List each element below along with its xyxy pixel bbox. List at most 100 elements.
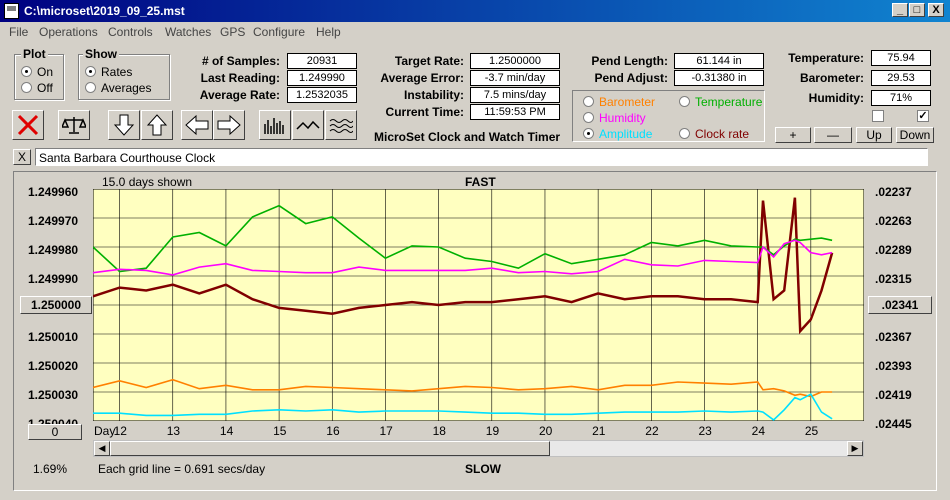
slow-label: SLOW <box>465 462 501 476</box>
avg-rate-field: 1.2532035 <box>287 87 357 103</box>
show-rates-radio[interactable]: Rates <box>85 65 132 79</box>
up-arrow-button[interactable] <box>141 110 173 140</box>
left-axis-tick: 1.249960 <box>28 185 79 199</box>
wave-view-button[interactable] <box>292 110 324 140</box>
down-button[interactable]: Down <box>896 127 934 143</box>
clock-rate-radio[interactable]: Clock rate <box>679 127 749 141</box>
minus-button[interactable]: — <box>814 127 852 143</box>
humidity-field: 71% <box>871 90 931 106</box>
scroll-left-arrow-icon[interactable]: ◀ <box>94 441 110 456</box>
day-tick-label: 15 <box>273 424 287 438</box>
left-axis-tick: 1.249970 <box>28 214 79 228</box>
time-scrollbar[interactable]: ◀ ▶ <box>93 440 864 457</box>
samples-label: # of Samples: <box>201 54 280 68</box>
show-averages-label: Averages <box>101 81 152 95</box>
right-axis-tick: .02237 <box>875 185 912 199</box>
filter-view-button[interactable] <box>325 110 357 140</box>
scroll-thumb[interactable] <box>110 441 550 456</box>
stop-button[interactable] <box>12 110 44 140</box>
center-amplitude-button[interactable]: .02341 <box>868 296 932 314</box>
avg-error-label: Average Error: <box>380 71 464 85</box>
plot-group-label: Plot <box>21 47 48 61</box>
current-time-field: 11:59:53 PM <box>470 104 560 120</box>
barometer-radio[interactable]: Barometer <box>583 95 655 109</box>
close-button[interactable]: X <box>928 3 944 17</box>
plot-on-label: On <box>37 65 54 79</box>
menu-gps[interactable]: GPS <box>220 25 245 39</box>
day-tick-label: 13 <box>166 424 181 438</box>
left-axis-tick: 1.249990 <box>28 272 79 286</box>
minimize-button[interactable]: _ <box>892 3 908 17</box>
scale-icon <box>62 117 86 134</box>
right-axis-tick: .02393 <box>875 359 912 373</box>
day-tick-label: 18 <box>432 424 446 438</box>
clock-name-field[interactable]: Santa Barbara Courthouse Clock <box>35 148 928 166</box>
menu-configure[interactable]: Configure <box>253 25 305 39</box>
menu-operations[interactable]: Operations <box>39 25 98 39</box>
radio-selected-icon <box>85 66 96 77</box>
left-axis-tick: 1.250020 <box>28 359 79 373</box>
left-axis-tick: 1.250010 <box>28 330 79 344</box>
maximize-button[interactable]: □ <box>909 3 925 17</box>
amplitude-option-label: Amplitude <box>599 127 653 141</box>
clock-rate-option-label: Clock rate <box>695 127 750 141</box>
temperature-radio[interactable]: Temperature <box>679 95 762 109</box>
radio-selected-icon <box>21 66 32 77</box>
radio-icon <box>583 112 594 123</box>
right-axis-tick: .02445 <box>875 417 912 431</box>
left-arrow-button[interactable] <box>181 110 213 140</box>
menu-help[interactable]: Help <box>316 25 341 39</box>
left-checkbox[interactable] <box>872 110 884 122</box>
humidity-label: Humidity: <box>808 91 864 105</box>
day-tick-label: 24 <box>751 424 765 438</box>
clear-name-button[interactable]: X <box>13 149 31 165</box>
show-group-label: Show <box>83 47 119 61</box>
show-averages-radio[interactable]: Averages <box>85 81 151 95</box>
right-axis-tick: .02419 <box>875 388 912 402</box>
day-tick-label: 21 <box>592 424 606 438</box>
app-name-label: MicroSet Clock and Watch Timer <box>374 130 561 144</box>
target-rate-label: Target Rate: <box>394 54 464 68</box>
scroll-right-arrow-icon[interactable]: ▶ <box>847 441 863 456</box>
plus-button[interactable]: + <box>775 127 811 143</box>
plot-on-radio[interactable]: On <box>21 65 53 79</box>
menu-controls[interactable]: Controls <box>108 25 153 39</box>
bars-view-button[interactable] <box>259 110 291 140</box>
instability-label: Instability: <box>403 88 464 102</box>
right-axis-tick: .02263 <box>875 214 912 228</box>
radio-icon <box>21 82 32 93</box>
down-arrow-button[interactable] <box>108 110 140 140</box>
menu-watches[interactable]: Watches <box>165 25 211 39</box>
show-rates-label: Rates <box>101 65 133 79</box>
show-group: Show Rates Averages <box>78 47 170 100</box>
center-rate-button[interactable]: 1.250000 <box>20 296 92 314</box>
left-arrow-icon <box>185 114 209 136</box>
zero-button[interactable]: 0 <box>28 424 82 440</box>
right-axis-tick: .02289 <box>875 243 912 257</box>
radio-icon <box>679 128 690 139</box>
last-reading-field: 1.249990 <box>287 70 357 86</box>
fast-label: FAST <box>465 175 496 189</box>
right-axis-tick: .02367 <box>875 330 912 344</box>
plot-off-radio[interactable]: Off <box>21 81 53 95</box>
amplitude-radio[interactable]: Amplitude <box>583 127 652 141</box>
pend-adjust-label: Pend Adjust: <box>594 71 668 85</box>
radio-selected-icon <box>583 128 594 139</box>
menu-file[interactable]: File <box>9 25 28 39</box>
day-tick-label: 25 <box>804 424 819 438</box>
last-reading-label: Last Reading: <box>200 71 280 85</box>
radio-icon <box>85 82 96 93</box>
day-tick-label: 16 <box>326 424 340 438</box>
day-tick-label: 17 <box>379 424 393 438</box>
grid-note-label: Each grid line = 0.691 secs/day <box>98 462 266 476</box>
right-axis-tick: .02315 <box>875 272 912 286</box>
balance-button[interactable] <box>58 110 90 140</box>
right-checkbox[interactable]: ✓ <box>917 110 929 122</box>
up-arrow-icon <box>146 114 168 136</box>
day-tick-label: 19 <box>485 424 500 438</box>
humidity-radio[interactable]: Humidity <box>583 111 646 125</box>
day-tick-label: 20 <box>538 424 553 438</box>
waves-icon <box>329 119 353 133</box>
up-button[interactable]: Up <box>856 127 892 143</box>
right-arrow-button[interactable] <box>213 110 245 140</box>
